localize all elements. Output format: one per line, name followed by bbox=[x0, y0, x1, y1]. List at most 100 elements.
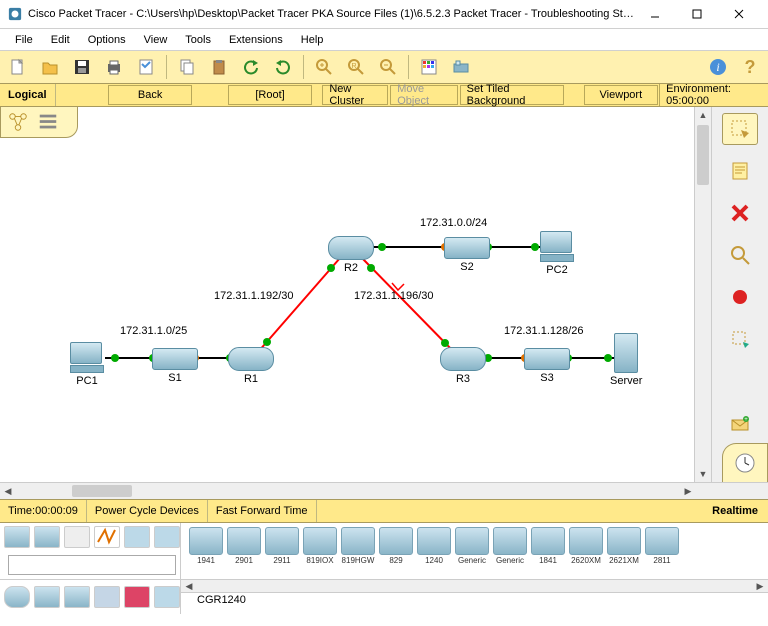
cat-network-devices[interactable] bbox=[4, 526, 30, 548]
note-tool[interactable] bbox=[722, 155, 758, 187]
info-button[interactable]: i bbox=[704, 53, 732, 81]
redo-button[interactable] bbox=[269, 53, 297, 81]
node-r3[interactable]: R3 bbox=[440, 347, 486, 385]
subcat-routers[interactable] bbox=[4, 586, 30, 608]
print-button[interactable] bbox=[100, 53, 128, 81]
power-cycle-button[interactable]: Power Cycle Devices bbox=[87, 500, 208, 522]
cat-end-devices[interactable] bbox=[34, 526, 60, 548]
device-scroll[interactable]: ◀▶ bbox=[181, 580, 768, 593]
device-2811[interactable]: 2811 bbox=[645, 527, 679, 579]
tiled-bg-button[interactable]: Set Tiled Background bbox=[460, 85, 565, 105]
back-button[interactable]: Back bbox=[108, 85, 191, 105]
main-toolbar: R i ? bbox=[0, 51, 768, 84]
canvas[interactable]: 172.31.1.0/25 172.31.1.192/30 172.31.1.1… bbox=[0, 107, 694, 482]
new-cluster-button[interactable]: New Cluster bbox=[322, 85, 388, 105]
scroll-right-icon[interactable]: ▶ bbox=[680, 483, 696, 499]
node-s3[interactable]: S3 bbox=[524, 348, 570, 384]
status-bar: Time: 00:00:09 Power Cycle Devices Fast … bbox=[0, 499, 768, 523]
scroll-thumb[interactable] bbox=[72, 485, 132, 497]
cat-components[interactable] bbox=[64, 526, 90, 548]
node-r2[interactable]: R2 bbox=[328, 236, 374, 274]
zoom-reset-button[interactable]: R bbox=[342, 53, 370, 81]
subcat-security[interactable] bbox=[124, 586, 150, 608]
menu-help[interactable]: Help bbox=[292, 32, 333, 48]
scroll-down-icon[interactable]: ▼ bbox=[695, 466, 711, 482]
menu-extensions[interactable]: Extensions bbox=[220, 32, 292, 48]
subcat-wireless[interactable] bbox=[94, 586, 120, 608]
palette-button[interactable] bbox=[415, 53, 443, 81]
device-1240[interactable]: 1240 bbox=[417, 527, 451, 579]
menubar: File Edit Options View Tools Extensions … bbox=[0, 29, 768, 51]
device-819iox[interactable]: 819IOX bbox=[303, 527, 337, 579]
device-2911[interactable]: 2911 bbox=[265, 527, 299, 579]
node-r1[interactable]: R1 bbox=[228, 347, 274, 385]
select-tool[interactable] bbox=[722, 113, 758, 145]
device-search-input[interactable] bbox=[8, 555, 176, 575]
menu-view[interactable]: View bbox=[135, 32, 177, 48]
menu-options[interactable]: Options bbox=[79, 32, 135, 48]
menu-file[interactable]: File bbox=[6, 32, 42, 48]
subnet-label: 172.31.1.0/25 bbox=[120, 325, 187, 337]
scroll-up-icon[interactable]: ▲ bbox=[695, 107, 711, 123]
menu-edit[interactable]: Edit bbox=[42, 32, 79, 48]
device-2621xm[interactable]: 2621XM bbox=[607, 527, 641, 579]
fast-forward-button[interactable]: Fast Forward Time bbox=[208, 500, 317, 522]
scroll-thumb[interactable] bbox=[697, 125, 709, 185]
subcat-wan[interactable] bbox=[154, 586, 180, 608]
device-generic[interactable]: Generic bbox=[493, 527, 527, 579]
cat-multiuser[interactable] bbox=[154, 526, 180, 548]
svg-text:i: i bbox=[716, 60, 719, 74]
viewport-button[interactable]: Viewport bbox=[584, 85, 659, 105]
menu-tools[interactable]: Tools bbox=[176, 32, 220, 48]
device-829[interactable]: 829 bbox=[379, 527, 413, 579]
workspace: 172.31.1.0/25 172.31.1.192/30 172.31.1.1… bbox=[0, 107, 768, 482]
mode-tab: Logical bbox=[0, 84, 56, 106]
activity-wizard-button[interactable] bbox=[132, 53, 160, 81]
paste-button[interactable] bbox=[205, 53, 233, 81]
realtime-label: Realtime bbox=[702, 500, 768, 522]
zoom-out-button[interactable] bbox=[374, 53, 402, 81]
simple-pdu-tool[interactable]: + bbox=[722, 408, 758, 440]
window-close[interactable] bbox=[718, 0, 760, 28]
move-object-button[interactable]: Move Object bbox=[390, 85, 457, 105]
scroll-left-icon[interactable]: ◀ bbox=[0, 483, 16, 499]
subcat-hubs[interactable] bbox=[64, 586, 90, 608]
save-button[interactable] bbox=[68, 53, 96, 81]
copy-button[interactable] bbox=[173, 53, 201, 81]
root-button[interactable]: [Root] bbox=[228, 85, 311, 105]
help-button[interactable]: ? bbox=[736, 53, 764, 81]
zoom-in-button[interactable] bbox=[310, 53, 338, 81]
device-1941[interactable]: 1941 bbox=[189, 527, 223, 579]
subcat-switches[interactable] bbox=[34, 586, 60, 608]
vertical-scrollbar[interactable]: ▲ ▼ bbox=[694, 107, 711, 482]
realtime-tab-icon[interactable] bbox=[722, 443, 768, 482]
window-minimize[interactable] bbox=[634, 0, 676, 28]
horizontal-scrollbar[interactable]: ◀ ▶ bbox=[0, 482, 768, 499]
device-1841[interactable]: 1841 bbox=[531, 527, 565, 579]
cat-misc[interactable] bbox=[124, 526, 150, 548]
draw-tool[interactable] bbox=[722, 281, 758, 313]
svg-text:R: R bbox=[351, 63, 356, 70]
node-pc2[interactable]: PC2 bbox=[540, 231, 574, 276]
device-819hgw[interactable]: 819HGW bbox=[341, 527, 375, 579]
selected-device-name: CGR1240 bbox=[197, 594, 752, 612]
node-s2[interactable]: S2 bbox=[444, 237, 490, 273]
resize-tool[interactable] bbox=[722, 323, 758, 355]
delete-tool[interactable] bbox=[722, 197, 758, 229]
environment-time[interactable]: Environment: 05:00:00 bbox=[659, 84, 768, 106]
undo-button[interactable] bbox=[237, 53, 265, 81]
window-maximize[interactable] bbox=[676, 0, 718, 28]
custom-devices-button[interactable] bbox=[447, 53, 475, 81]
device-2620xm[interactable]: 2620XM bbox=[569, 527, 603, 579]
open-file-button[interactable] bbox=[36, 53, 64, 81]
device-list[interactable]: 194129012911819IOX819HGW8291240GenericGe… bbox=[181, 523, 768, 579]
inspect-tool[interactable] bbox=[722, 239, 758, 271]
cat-connections[interactable] bbox=[94, 526, 120, 548]
device-2901[interactable]: 2901 bbox=[227, 527, 261, 579]
node-server[interactable]: Server bbox=[610, 333, 642, 387]
node-pc1[interactable]: PC1 bbox=[70, 342, 104, 387]
device-generic[interactable]: Generic bbox=[455, 527, 489, 579]
node-s1[interactable]: S1 bbox=[152, 348, 198, 384]
window-titlebar: Cisco Packet Tracer - C:\Users\hp\Deskto… bbox=[0, 0, 768, 29]
new-file-button[interactable] bbox=[4, 53, 32, 81]
